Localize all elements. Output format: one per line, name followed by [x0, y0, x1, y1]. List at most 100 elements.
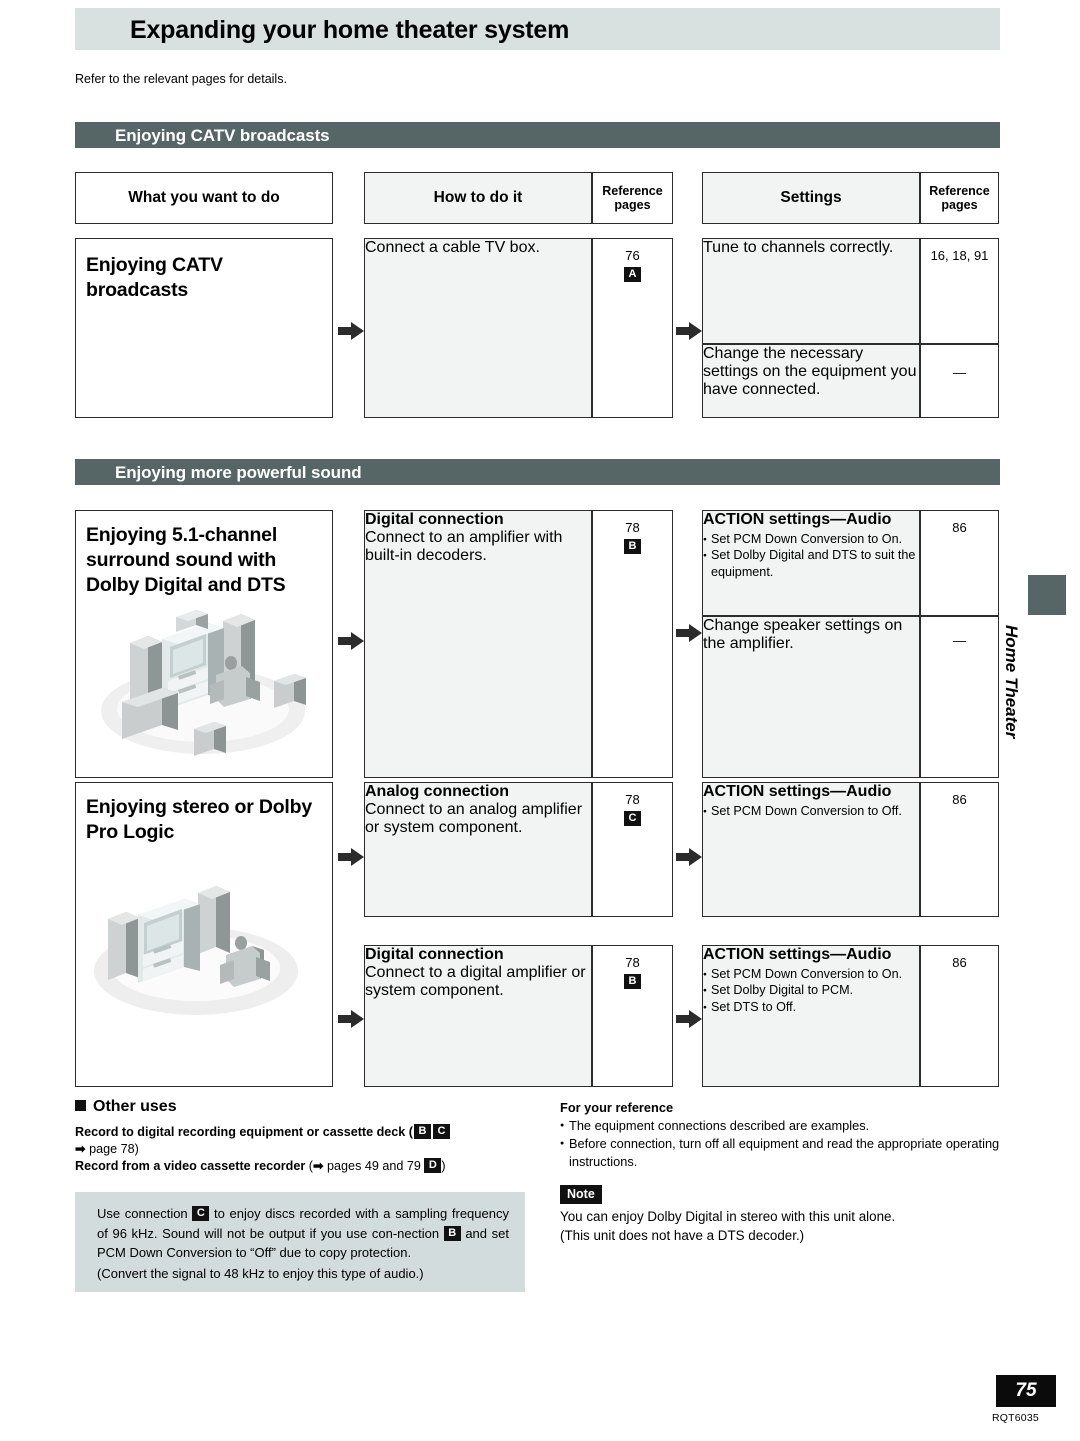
settings-cell-51-2: Change speaker settings on the amplifier…: [702, 616, 920, 778]
how-ref-analog: 78 C: [592, 782, 673, 917]
connection-badge-c-3: C: [192, 1206, 210, 1222]
reference-label-line2: pages: [614, 198, 651, 212]
row-title-51: Enjoying 5.1-channel surround sound with…: [86, 524, 286, 596]
settings-ref-analog: 86: [920, 782, 999, 917]
flow-arrow-icon-7: [676, 848, 702, 866]
other-uses-item-1: Record to digital recording equipment or…: [75, 1124, 530, 1158]
settings-cell-51-1-heading: ACTION settings—Audio: [703, 511, 892, 528]
connection-badge-b-4: B: [443, 1225, 461, 1241]
bullet-item: The equipment connections described are …: [560, 1117, 1005, 1135]
section-header-sound-label: Enjoying more powerful sound: [115, 463, 362, 482]
row-title-box-catv: Enjoying CATV broadcasts: [75, 238, 333, 418]
how-cell-51-text: Connect to an amplifier with built-in de…: [365, 529, 563, 564]
illustration-home-theater-5-1: [90, 603, 320, 768]
settings-cell-catv-2: Change the necessary settings on the equ…: [702, 344, 920, 418]
flow-arrow-icon-1: [338, 322, 364, 340]
note-line-1: You can enjoy Dolby Digital in stereo wi…: [560, 1208, 896, 1224]
settings-ref-51-1: 86: [920, 510, 999, 616]
settings-ref-digital-stereo-page: 86: [952, 955, 967, 970]
row-title-catv: Enjoying CATV broadcasts: [86, 254, 223, 301]
square-bullet-icon: [75, 1100, 86, 1111]
intro-text: Refer to the relevant pages for details.: [75, 72, 287, 86]
other-uses-heading-label: Other uses: [93, 1098, 177, 1115]
tip-box-line3: (Convert the signal to 48 kHz to enjoy t…: [97, 1265, 424, 1281]
side-tab-label: Home Theater: [1002, 625, 1021, 739]
bullet-item: Before connection, turn off all equipmen…: [560, 1135, 1005, 1171]
settings-ref-51-1-page: 86: [952, 520, 967, 535]
connection-badge-c-2: C: [433, 1124, 451, 1140]
column-header-settings-reference: Reference pages: [920, 172, 999, 224]
how-cell-51-heading: Digital connection: [365, 511, 504, 528]
bullet-item: Set DTS to Off.: [703, 999, 919, 1016]
how-cell-catv: Connect a cable TV box.: [364, 238, 592, 418]
settings-cell-analog-bullets: Set PCM Down Conversion to Off.: [703, 803, 919, 820]
column-header-how-reference: Reference pages: [592, 172, 673, 224]
how-ref-51-page: 78: [625, 520, 640, 535]
page-number: 75: [996, 1375, 1056, 1407]
other-uses-item-1-tail: page 78): [89, 1142, 139, 1156]
other-uses-item-2-tail: pages 49 and 79: [327, 1159, 421, 1173]
flow-arrow-icon-6: [338, 1010, 364, 1028]
how-cell-digital-stereo-heading: Digital connection: [365, 946, 504, 963]
note-line-2: (This unit does not have a DTS decoder.): [560, 1228, 805, 1244]
settings-cell-analog-heading: ACTION settings—Audio: [703, 783, 892, 800]
reference-panel: For your reference The equipment connect…: [560, 1100, 1005, 1246]
other-uses-item-1-label: Record to digital recording equipment or…: [75, 1125, 406, 1139]
reference-panel-bullets: The equipment connections described are …: [560, 1117, 1005, 1171]
manual-page: Expanding your home theater system Refer…: [0, 0, 1080, 1441]
connection-badge-c-1: C: [624, 811, 641, 827]
bullet-item: Set Dolby Digital to PCM.: [703, 982, 919, 999]
flow-arrow-icon-2: [676, 322, 702, 340]
how-cell-51: Digital connection Connect to an amplifi…: [364, 510, 592, 778]
settings-ref-analog-page: 86: [952, 792, 967, 807]
reference-panel-heading: For your reference: [560, 1100, 674, 1115]
section-header-catv-label: Enjoying CATV broadcasts: [115, 126, 330, 145]
settings-ref-51-2-page: —: [953, 633, 966, 648]
how-ref-51: 78 B: [592, 510, 673, 778]
connection-badge-b-3: B: [414, 1124, 432, 1140]
settings-cell-51-1-bullets: Set PCM Down Conversion to On. Set Dolby…: [703, 531, 919, 580]
settings-ref-digital-stereo: 86: [920, 945, 999, 1087]
row-title-box-stereo: Enjoying stereo or Dolby Pro Logic: [75, 782, 333, 1087]
connection-badge-d: D: [424, 1158, 442, 1174]
section-header-catv: Enjoying CATV broadcasts: [75, 122, 1000, 148]
how-cell-analog-text: Connect to an analog amplifier or system…: [365, 801, 583, 836]
how-cell-catv-text: Connect a cable TV box.: [365, 239, 540, 256]
bullet-item: Set PCM Down Conversion to On.: [703, 966, 919, 983]
connection-badge-b-2: B: [624, 974, 641, 990]
column-header-settings: Settings: [702, 172, 920, 224]
document-code: RQT6035: [992, 1412, 1039, 1424]
how-ref-catv: 76 A: [592, 238, 673, 418]
bullet-item: Set Dolby Digital and DTS to suit the eq…: [703, 547, 919, 580]
side-tab-block: [1028, 575, 1066, 615]
page-title-bar: Expanding your home theater system: [75, 8, 1000, 50]
flow-arrow-icon-4: [676, 624, 702, 642]
settings-cell-51-1: ACTION settings—Audio Set PCM Down Conve…: [702, 510, 920, 616]
how-ref-catv-page: 76: [625, 248, 640, 263]
reference-label-line2-b: pages: [941, 198, 978, 212]
settings-cell-catv-2-text: Change the necessary settings on the equ…: [703, 345, 917, 398]
how-ref-digital-stereo: 78 B: [592, 945, 673, 1087]
tip-box-line1-a: Use connection: [97, 1206, 188, 1221]
how-cell-digital-stereo: Digital connection Connect to a digital …: [364, 945, 592, 1087]
settings-cell-51-2-text: Change speaker settings on the amplifier…: [703, 617, 903, 652]
how-ref-digital-stereo-page: 78: [625, 955, 640, 970]
settings-cell-catv-1: Tune to channels correctly.: [702, 238, 920, 344]
settings-cell-analog: ACTION settings—Audio Set PCM Down Conve…: [702, 782, 920, 917]
tip-box: Use connection C to enjoy discs recorded…: [75, 1192, 525, 1292]
column-header-what: What you want to do: [75, 172, 333, 224]
row-title-box-51: Enjoying 5.1-channel surround sound with…: [75, 510, 333, 778]
section-header-sound: Enjoying more powerful sound: [75, 459, 1000, 485]
settings-ref-catv-1: 16, 18, 91: [920, 238, 999, 344]
settings-cell-catv-1-text: Tune to channels correctly.: [703, 239, 894, 256]
note-label: Note: [560, 1184, 602, 1204]
illustration-home-theater-stereo: [86, 863, 321, 1063]
connection-badge-b-1: B: [624, 539, 641, 555]
other-uses-heading: Other uses: [75, 1098, 177, 1116]
flow-arrow-icon-8: [676, 1010, 702, 1028]
settings-cell-digital-stereo-heading: ACTION settings—Audio: [703, 946, 892, 963]
how-cell-analog: Analog connection Connect to an analog a…: [364, 782, 592, 917]
how-cell-analog-heading: Analog connection: [365, 783, 509, 800]
how-cell-digital-stereo-text: Connect to a digital amplifier or system…: [365, 964, 586, 999]
column-header-how: How to do it: [364, 172, 592, 224]
